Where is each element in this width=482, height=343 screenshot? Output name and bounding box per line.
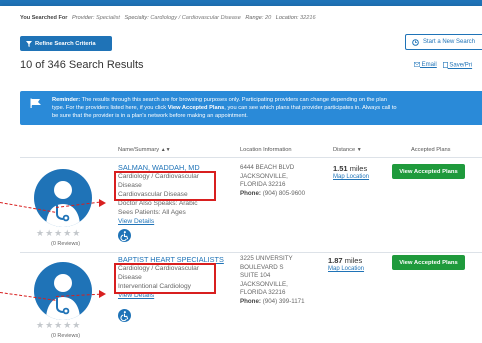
phone-number: (904) 399-1171	[262, 297, 305, 305]
column-header-location: Location Information	[240, 147, 292, 153]
result-actions: Email Save/Pri	[414, 62, 472, 69]
doctor-icon	[46, 181, 80, 227]
refine-search-label: Refine Search Criteria	[35, 40, 96, 47]
criteria-value-provider: Specialist	[95, 15, 120, 21]
criteria-value-range: 20	[264, 15, 272, 21]
search-summary: You Searched For Provider: Specialist Sp…	[20, 15, 319, 21]
phone-number: (904) 805-9600	[262, 189, 306, 197]
map-location-link[interactable]: Map Location	[328, 266, 364, 272]
address-line: FLORIDA 32216	[240, 181, 286, 189]
column-header-name-label: Name/Summary	[118, 147, 160, 153]
phone-label: Phone:	[240, 297, 261, 305]
provider-ages: Sees Patients: All Ages	[118, 209, 186, 216]
view-accepted-plans-button[interactable]: View Accepted Plans	[392, 255, 465, 270]
reviews-count: (0 Reviews)	[51, 241, 81, 247]
provider-distance: 1.51 miles	[333, 164, 367, 173]
address-line: 3225 UNIVERSITY	[240, 255, 293, 262]
start-new-search-label: Start a New Search	[423, 39, 476, 45]
address-line: FLORIDA 32216	[240, 289, 286, 297]
criteria-value-location: 32216	[300, 15, 316, 21]
funnel-icon	[26, 40, 32, 47]
sort-icon: ▲▼	[160, 147, 171, 153]
distance-value: 1.87	[328, 256, 343, 265]
provider-avatar	[34, 169, 92, 227]
provider-distance: 1.87 miles	[328, 256, 362, 265]
document-icon	[442, 62, 448, 68]
address-line: 6444 BEACH BLVD	[240, 164, 295, 171]
save-print-label: Save/Pri	[449, 62, 473, 69]
email-label: Email	[421, 62, 437, 69]
start-new-search-button[interactable]: Start a New Search	[405, 34, 482, 50]
banner-text-2c: , you can see which plans that provider …	[224, 105, 397, 112]
column-header-plans: Accepted Plans	[411, 147, 451, 153]
address-line: BOULEVARD S	[240, 263, 284, 271]
criteria-key-location: Location:	[275, 15, 299, 21]
reminder-banner: Reminder: The results through this searc…	[20, 91, 482, 125]
flag-icon	[30, 98, 41, 108]
reviews-count: (0 Reviews)	[51, 333, 81, 339]
view-details-link[interactable]: View Details	[118, 218, 154, 225]
distance-unit: miles	[344, 256, 363, 265]
banner-lead: Reminder:	[52, 97, 81, 103]
provider-phone: Phone: (904) 399-1171	[240, 298, 305, 307]
doctor-icon	[46, 274, 80, 320]
distance-unit: miles	[349, 164, 368, 173]
save-print-link[interactable]: Save/Pri	[442, 62, 473, 69]
accessibility-icon	[118, 229, 131, 242]
rating-stars: ★★★★★	[36, 320, 82, 330]
criteria-key-provider: Provider:	[72, 15, 95, 21]
column-header-distance[interactable]: Distance ▼	[333, 147, 362, 153]
rating-stars: ★★★★★	[36, 228, 82, 238]
criteria-value-specialty: Cardiology / Cardiovascular Disease	[150, 15, 241, 21]
view-accepted-plans-button[interactable]: View Accepted Plans	[392, 164, 465, 179]
provider-avatar	[34, 262, 92, 320]
email-link[interactable]: Email	[414, 62, 437, 69]
criteria-key-specialty: Specialty:	[124, 15, 149, 21]
provider-address: 6444 BEACH BLVD JACKSONVILLE, FLORIDA 32…	[240, 164, 305, 198]
banner-text-2a: type. For the providers listed here, if …	[52, 105, 168, 112]
distance-value: 1.51	[333, 164, 348, 173]
phone-label: Phone:	[240, 189, 261, 197]
column-header-distance-label: Distance	[333, 147, 356, 153]
provider-address: 3225 UNIVERSITY BOULEVARD S SUITE 104 JA…	[240, 255, 305, 306]
banner-text-3: be sure that the provider is in a plan's…	[52, 113, 248, 120]
annotation-arrowhead	[99, 290, 106, 298]
criteria-key-range: Range:	[245, 15, 264, 21]
banner-text-1: The results through this search are for …	[80, 97, 387, 103]
provider-languages: Doctor Also Speaks: Arabic	[118, 200, 198, 207]
column-header-name[interactable]: Name/Summary ▲▼	[118, 147, 171, 153]
results-count: 10 of 346 Search Results	[20, 59, 144, 71]
accessibility-icon	[118, 309, 131, 322]
map-location-link[interactable]: Map Location	[333, 174, 369, 180]
provider-phone: Phone: (904) 805-9600	[240, 190, 305, 199]
banner-text-2b: View Accepted Plans	[167, 105, 225, 112]
envelope-icon	[414, 62, 420, 67]
divider	[20, 252, 482, 253]
refine-search-button[interactable]: Refine Search Criteria	[20, 36, 112, 51]
address-line: JACKSONVILLE,	[240, 280, 288, 288]
specialty-highlight-box	[114, 171, 216, 201]
sort-down-icon: ▼	[356, 147, 362, 153]
banner-line-3: be sure that the provider is in a plan's…	[52, 112, 482, 120]
address-line: JACKSONVILLE,	[240, 172, 288, 180]
search-summary-label: You Searched For	[20, 15, 68, 21]
banner-line-2: type. For the providers listed here, if …	[52, 104, 482, 112]
address-line: SUITE 104	[240, 272, 271, 280]
search-results-page: You Searched For Provider: Specialist Sp…	[0, 6, 482, 343]
annotation-arrowhead	[99, 199, 106, 207]
divider	[20, 157, 482, 158]
refresh-icon	[412, 38, 419, 46]
banner-line-1: Reminder: The results through this searc…	[52, 96, 482, 104]
specialty-highlight-box	[114, 263, 216, 294]
